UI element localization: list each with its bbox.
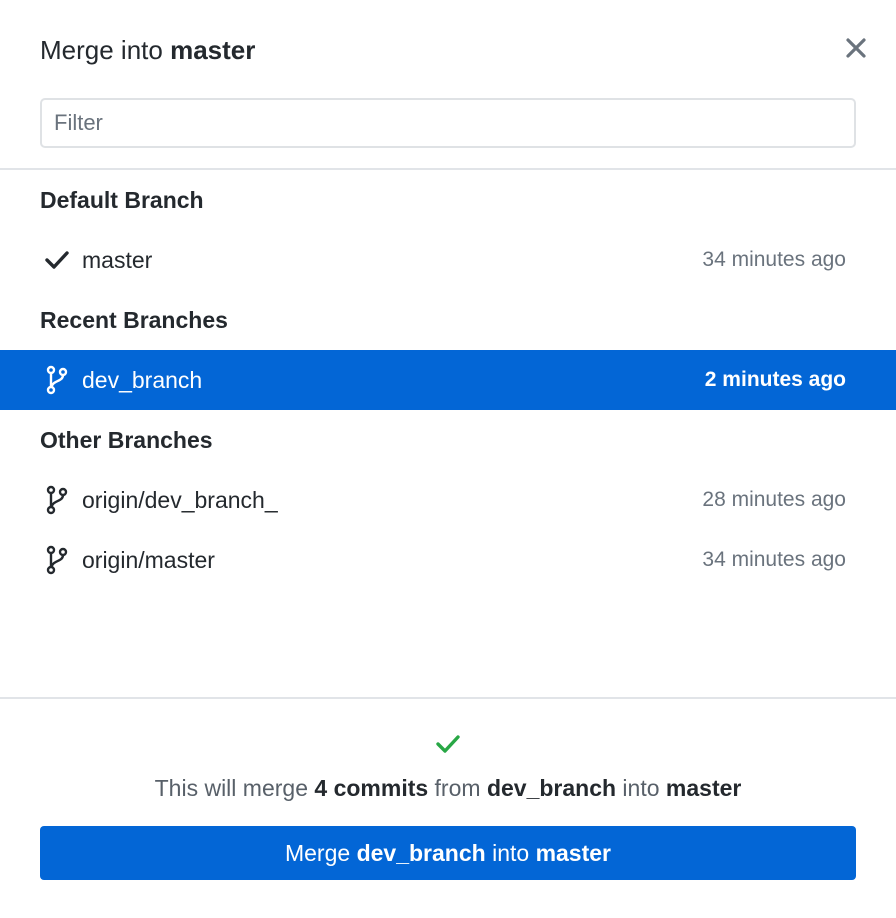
- branch-row-origin-dev-branch[interactable]: origin/dev_branch_ 28 minutes ago: [0, 470, 896, 530]
- dialog-title-prefix: Merge into: [40, 35, 171, 65]
- branch-time: 34 minutes ago: [702, 548, 846, 571]
- branch-time: 2 minutes ago: [704, 368, 846, 391]
- git-branch-icon: [40, 543, 74, 577]
- section-header-recent: Recent Branches: [40, 307, 228, 333]
- status-into: into: [616, 775, 666, 801]
- section-header-other: Other Branches: [40, 427, 213, 453]
- section-header-default: Default Branch: [40, 187, 204, 213]
- dialog-header: Merge into master: [0, 0, 896, 168]
- close-icon: [846, 38, 866, 58]
- merge-button[interactable]: Merge dev_branch into master: [40, 826, 856, 880]
- git-branch-icon: [40, 363, 74, 397]
- dialog-title: Merge into master: [40, 30, 255, 70]
- branch-name: origin/master: [82, 546, 215, 573]
- footer-divider: [0, 697, 896, 699]
- branch-name: dev_branch: [82, 366, 203, 393]
- status-source-branch: dev_branch: [486, 775, 617, 801]
- commit-count: 4 commits: [314, 775, 429, 801]
- merge-status-text: This will merge 4 commits from dev_branc…: [0, 770, 896, 806]
- merge-button-target: master: [535, 839, 611, 866]
- check-icon: [40, 243, 74, 277]
- branch-row-master[interactable]: master 34 minutes ago: [0, 230, 896, 290]
- check-icon: [432, 728, 464, 760]
- branch-time: 34 minutes ago: [702, 248, 846, 271]
- branch-row-dev-branch[interactable]: dev_branch 2 minutes ago: [0, 350, 896, 410]
- status-from: from: [428, 775, 487, 801]
- branch-name: master: [82, 246, 153, 273]
- status-target-branch: master: [665, 775, 742, 801]
- dialog-title-target: master: [170, 35, 256, 65]
- filter-input[interactable]: [40, 98, 856, 148]
- merge-button-into: into: [485, 839, 536, 866]
- branch-name: origin/dev_branch_: [82, 486, 278, 513]
- branch-time: 28 minutes ago: [702, 488, 846, 511]
- branch-row-origin-master[interactable]: origin/master 34 minutes ago: [0, 530, 896, 590]
- merge-button-source: dev_branch: [356, 839, 486, 866]
- status-prefix: This will merge: [154, 775, 315, 801]
- git-branch-icon: [40, 483, 74, 517]
- close-button[interactable]: [838, 30, 874, 66]
- merge-button-prefix: Merge: [284, 839, 357, 866]
